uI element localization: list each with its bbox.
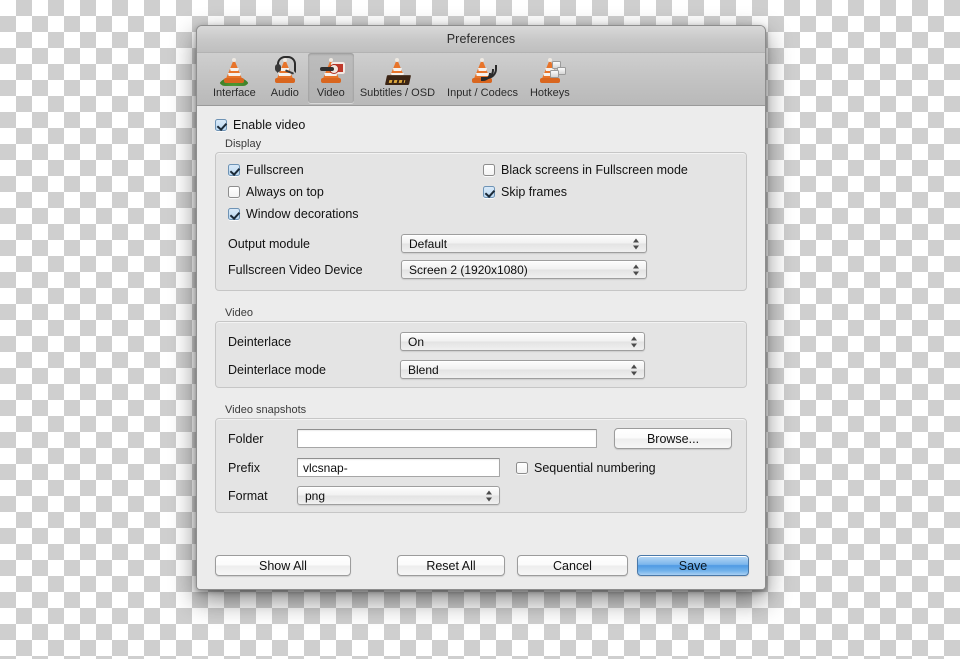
browse-button[interactable]: Browse... — [614, 428, 732, 449]
enable-video-label: Enable video — [233, 118, 306, 132]
tab-audio-label: Audio — [270, 87, 299, 99]
deinterlace-select[interactable]: On — [400, 332, 645, 351]
video-snapshots-group: Video snapshots Folder Browse... Prefix … — [215, 404, 747, 513]
always-on-top-checkbox-row[interactable]: Always on top — [228, 185, 483, 199]
video-group-box: Deinterlace On Deinterlace mode Blend — [215, 321, 747, 388]
cancel-button-label: Cancel — [553, 558, 592, 573]
reset-all-button[interactable]: Reset All — [397, 555, 505, 576]
chevron-updown-icon — [633, 263, 640, 276]
always-on-top-label: Always on top — [246, 185, 324, 199]
reset-all-button-label: Reset All — [426, 558, 476, 573]
tab-input-codecs-label: Input / Codecs — [447, 87, 518, 99]
display-group: Display Fullscreen Always on top Window … — [215, 138, 747, 291]
tab-audio[interactable]: Audio — [262, 53, 308, 103]
vlc-cone-audio-icon — [268, 55, 302, 86]
save-button[interactable]: Save — [637, 555, 749, 576]
deinterlace-mode-label: Deinterlace mode — [228, 362, 326, 377]
vlc-cone-video-icon — [314, 55, 348, 86]
output-module-value: Default — [409, 236, 448, 251]
chevron-updown-icon — [631, 335, 638, 348]
display-group-box: Fullscreen Always on top Window decorati… — [215, 152, 747, 291]
save-button-label: Save — [678, 558, 708, 573]
fullscreen-video-device-label: Fullscreen Video Device — [228, 262, 363, 277]
display-column-right: Black screens in Fullscreen mode Skip fr… — [483, 163, 734, 221]
black-screens-checkbox-row[interactable]: Black screens in Fullscreen mode — [483, 163, 734, 177]
chevron-updown-icon — [633, 237, 640, 250]
deinterlace-mode-select[interactable]: Blend — [400, 360, 645, 379]
skip-frames-label: Skip frames — [501, 185, 567, 199]
snapshot-folder-label: Folder — [228, 431, 264, 446]
show-all-button[interactable]: Show All — [215, 555, 351, 576]
video-group-title: Video — [225, 307, 253, 319]
vlc-cone-subtitles-icon — [380, 55, 414, 86]
snapshot-format-value: png — [305, 488, 326, 503]
fullscreen-label: Fullscreen — [246, 163, 304, 177]
black-screens-checkbox[interactable] — [483, 164, 495, 176]
window-titlebar: Preferences — [197, 26, 765, 53]
snapshot-folder-row: Folder Browse... — [228, 428, 734, 449]
output-module-label: Output module — [228, 236, 310, 251]
snapshot-folder-input[interactable] — [297, 429, 597, 448]
tab-input-codecs[interactable]: Input / Codecs — [441, 53, 524, 103]
preferences-window: Preferences Interface Audio Video Subtit… — [196, 25, 766, 590]
video-snapshots-group-box: Folder Browse... Prefix Sequential numbe… — [215, 418, 747, 513]
browse-button-label: Browse... — [646, 431, 700, 446]
fullscreen-video-device-select[interactable]: Screen 2 (1920x1080) — [401, 260, 647, 279]
snapshot-format-row: Format png — [228, 486, 734, 505]
display-column-left: Fullscreen Always on top Window decorati… — [228, 163, 483, 221]
tab-subtitles-osd-label: Subtitles / OSD — [359, 87, 436, 99]
chevron-updown-icon — [631, 363, 638, 376]
snapshot-prefix-label: Prefix — [228, 460, 260, 475]
video-group: Video Deinterlace On Deinterlace mode Bl… — [215, 307, 747, 388]
output-module-select[interactable]: Default — [401, 234, 647, 253]
tab-hotkeys[interactable]: Hotkeys — [524, 53, 576, 103]
deinterlace-mode-value: Blend — [408, 362, 439, 377]
window-title: Preferences — [446, 32, 516, 46]
tab-hotkeys-label: Hotkeys — [529, 87, 570, 99]
vlc-cone-input-icon — [465, 55, 499, 86]
preferences-toolbar: Interface Audio Video Subtitles / OSD In… — [197, 53, 765, 106]
snapshot-prefix-input[interactable] — [297, 458, 500, 477]
snapshot-prefix-row: Prefix Sequential numbering — [228, 458, 734, 477]
tab-interface[interactable]: Interface — [207, 53, 262, 103]
enable-video-checkbox-row[interactable]: Enable video — [215, 118, 747, 132]
window-decorations-label: Window decorations — [246, 207, 359, 221]
display-checkbox-columns: Fullscreen Always on top Window decorati… — [228, 163, 734, 221]
tab-interface-label: Interface — [213, 87, 256, 99]
snapshot-format-label: Format — [228, 488, 268, 503]
black-screens-label: Black screens in Fullscreen mode — [501, 163, 688, 177]
skip-frames-checkbox[interactable] — [483, 186, 495, 198]
tab-video[interactable]: Video — [307, 53, 354, 103]
sequential-numbering-checkbox[interactable] — [516, 461, 528, 474]
tab-subtitles-osd[interactable]: Subtitles / OSD — [354, 53, 441, 103]
dialog-footer: Show All Reset All Cancel Save — [197, 546, 765, 589]
sequential-numbering-label: Sequential numbering — [534, 460, 656, 475]
chevron-updown-icon — [486, 489, 493, 502]
deinterlace-value: On — [408, 334, 425, 349]
enable-video-checkbox[interactable] — [215, 119, 227, 131]
snapshot-format-select[interactable]: png — [297, 486, 500, 505]
show-all-button-label: Show All — [259, 558, 307, 573]
tab-video-label: Video — [316, 87, 345, 99]
display-group-title: Display — [225, 138, 262, 150]
vlc-cone-hotkeys-icon — [533, 55, 567, 86]
window-decorations-checkbox-row[interactable]: Window decorations — [228, 207, 483, 221]
deinterlace-mode-row: Deinterlace mode Blend — [228, 360, 734, 379]
sequential-numbering-row[interactable]: Sequential numbering — [516, 461, 656, 475]
fullscreen-video-device-row: Fullscreen Video Device Screen 2 (1920x1… — [228, 260, 734, 279]
skip-frames-checkbox-row[interactable]: Skip frames — [483, 185, 734, 199]
output-module-row: Output module Default — [228, 234, 734, 253]
deinterlace-label: Deinterlace — [228, 334, 292, 349]
video-snapshots-group-title: Video snapshots — [225, 404, 307, 416]
window-decorations-checkbox[interactable] — [228, 208, 240, 220]
fullscreen-checkbox-row[interactable]: Fullscreen — [228, 163, 483, 177]
always-on-top-checkbox[interactable] — [228, 186, 240, 198]
vlc-cone-interface-icon — [217, 55, 251, 86]
fullscreen-checkbox[interactable] — [228, 164, 240, 176]
cancel-button[interactable]: Cancel — [517, 555, 628, 576]
deinterlace-row: Deinterlace On — [228, 332, 734, 351]
preferences-content: Enable video Display Fullscreen Always o… — [197, 106, 765, 589]
fullscreen-video-device-value: Screen 2 (1920x1080) — [409, 262, 528, 277]
